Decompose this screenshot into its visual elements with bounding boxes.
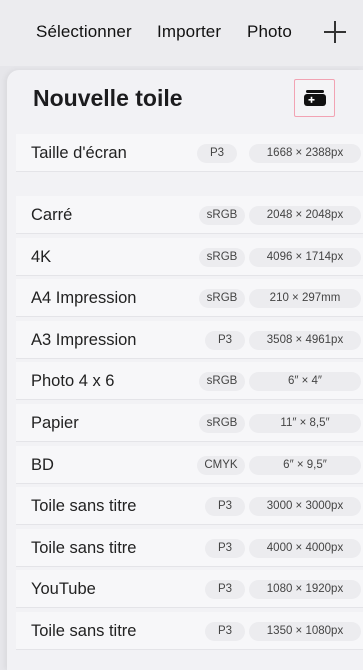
colorspace-badge: sRGB	[199, 289, 245, 309]
preset-row[interactable]: 4K sRGB 4096 × 1714px	[16, 237, 363, 276]
new-custom-canvas-button[interactable]	[294, 79, 335, 117]
colorspace-badge: CMYK	[197, 455, 245, 475]
row-label: BD	[31, 455, 54, 474]
select-button[interactable]: Sélectionner	[36, 22, 132, 42]
preset-row[interactable]: BD CMYK 6″ × 9,5″	[16, 445, 363, 484]
row-label: Taille d'écran	[31, 144, 127, 162]
row-label: Toile sans titre	[31, 622, 137, 640]
colorspace-badge: sRGB	[199, 247, 245, 267]
row-label: Toile sans titre	[31, 538, 137, 557]
new-canvas-icon	[304, 90, 326, 106]
screen-size-row[interactable]: Taille d'écran P3 1668 × 2388px	[16, 134, 363, 172]
plus-icon[interactable]	[324, 21, 346, 43]
row-label: A4 Impression	[31, 289, 137, 308]
row-label: 4K	[31, 247, 52, 266]
dimensions-badge: 1668 × 2388px	[249, 144, 361, 163]
panel-title: Nouvelle toile	[33, 85, 183, 111]
top-toolbar: Sélectionner Importer Photo	[0, 0, 363, 66]
row-label: Carré	[31, 206, 73, 224]
colorspace-badge: P3	[205, 622, 245, 641]
dimensions-badge: 4000 × 4000px	[249, 538, 361, 558]
import-button[interactable]: Importer	[157, 22, 221, 42]
dimensions-badge: 4096 × 1714px	[249, 247, 361, 267]
row-label: Toile sans titre	[31, 497, 137, 516]
dimensions-badge: 3000 × 3000px	[249, 497, 361, 517]
preset-row[interactable]: Toile sans titre P3 4000 × 4000px	[16, 528, 363, 567]
dimensions-badge: 11″ × 8,5″	[249, 414, 361, 433]
dimensions-badge: 1080 × 1920px	[249, 580, 361, 600]
preset-row[interactable]: YouTube P3 1080 × 1920px	[16, 570, 363, 609]
preset-row[interactable]: Toile sans titre P3 1350 × 1080px	[16, 612, 363, 650]
colorspace-badge: sRGB	[199, 372, 245, 392]
colorspace-badge: sRGB	[199, 414, 245, 433]
row-label: YouTube	[31, 580, 96, 599]
row-label: A3 Impression	[31, 330, 137, 349]
colorspace-badge: P3	[205, 330, 245, 350]
colorspace-badge: sRGB	[199, 206, 245, 225]
preset-row[interactable]: Toile sans titre P3 3000 × 3000px	[16, 487, 363, 526]
colorspace-badge: P3	[205, 580, 245, 600]
dimensions-badge: 6″ × 9,5″	[249, 455, 361, 475]
dimensions-badge: 3508 × 4961px	[249, 330, 361, 350]
preset-row[interactable]: Photo 4 x 6 sRGB 6″ × 4″	[16, 362, 363, 401]
colorspace-badge: P3	[205, 538, 245, 558]
photo-button[interactable]: Photo	[247, 22, 292, 42]
dimensions-badge: 1350 × 1080px	[249, 622, 361, 641]
dimensions-badge: 210 × 297mm	[249, 289, 361, 309]
colorspace-badge: P3	[197, 144, 237, 163]
colorspace-badge: P3	[205, 497, 245, 517]
preset-row[interactable]: Carré sRGB 2048 × 2048px	[16, 196, 363, 234]
dimensions-badge: 2048 × 2048px	[249, 206, 361, 225]
preset-row[interactable]: A4 Impression sRGB 210 × 297mm	[16, 279, 363, 318]
row-label: Photo 4 x 6	[31, 372, 115, 391]
preset-row[interactable]: A3 Impression P3 3508 × 4961px	[16, 320, 363, 359]
row-label: Papier	[31, 414, 79, 432]
dimensions-badge: 6″ × 4″	[249, 372, 361, 392]
preset-row[interactable]: Papier sRGB 11″ × 8,5″	[16, 404, 363, 442]
